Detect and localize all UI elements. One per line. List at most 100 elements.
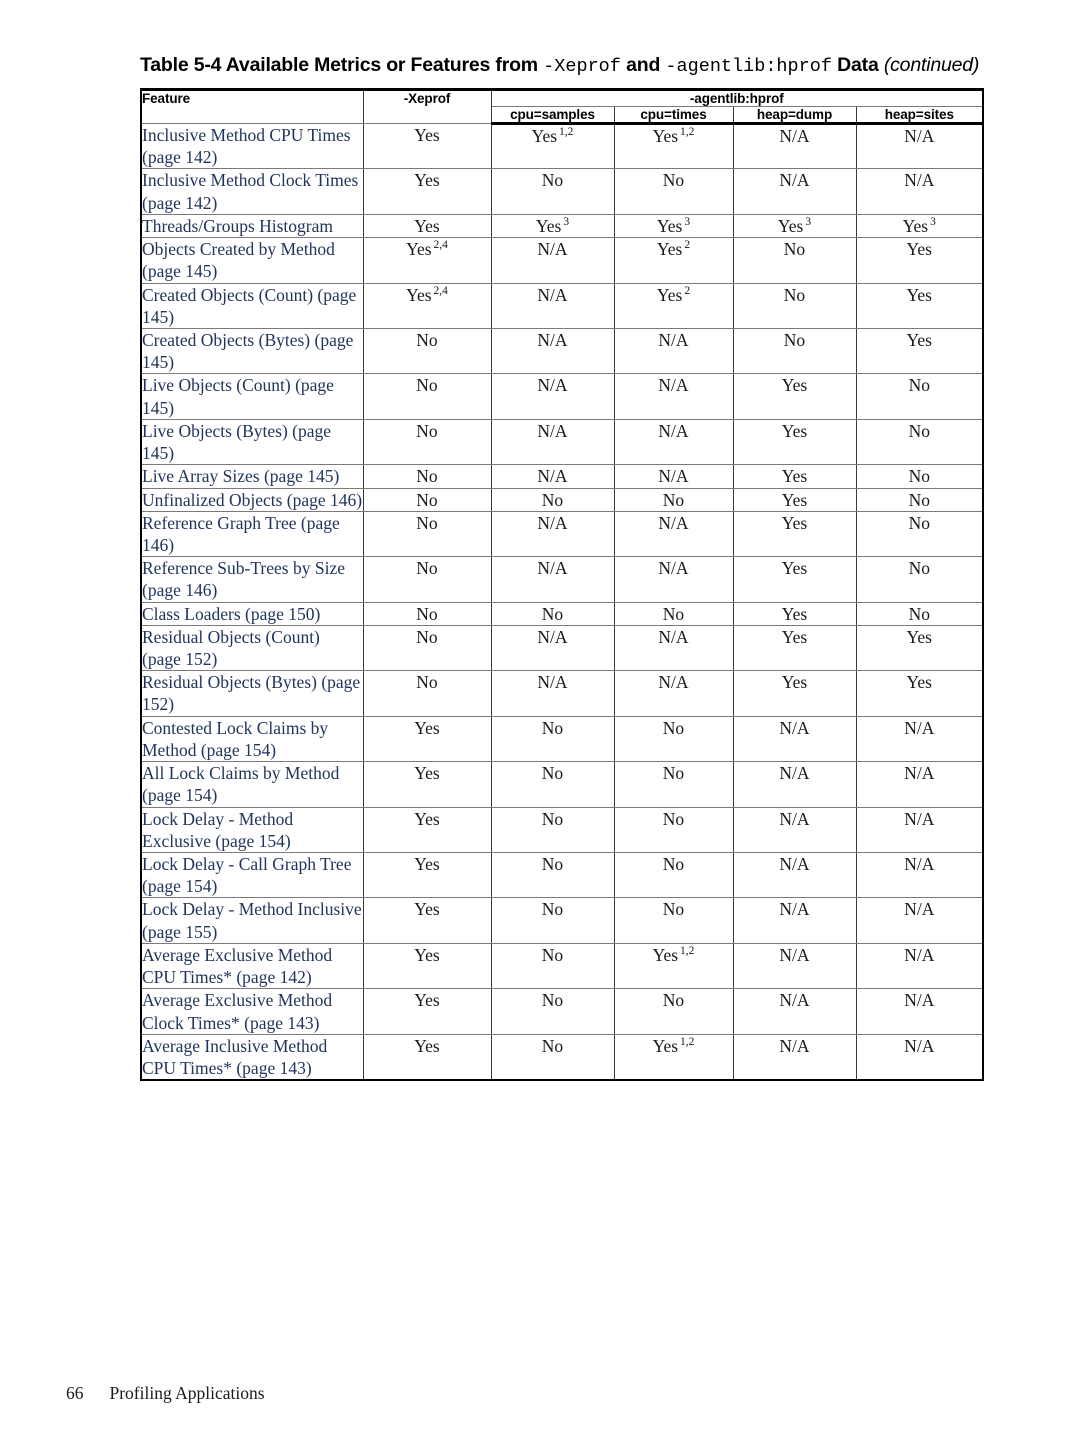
feature-name-cell: Contested Lock Claims by Method (page 15… (140, 715, 364, 763)
feature-name-cell: Created Objects (Count) (page 145) (140, 282, 364, 329)
support-value-text: Yes (414, 717, 440, 738)
support-value-cell: No (362, 487, 492, 512)
support-value-cell: Yes 3 (855, 213, 984, 239)
support-value-cell: N/A (613, 510, 734, 558)
table-row: Unfinalized Objects (page 146) No No No Yes N… (140, 487, 984, 512)
support-value-text: No (662, 808, 685, 829)
table-row: Average Inclusive Method CPU Times* (pag… (140, 1033, 984, 1081)
table-caption-continued: (continued) (883, 54, 980, 76)
support-value-cell: N/A (490, 282, 615, 329)
support-value-cell: N/A (855, 1033, 984, 1081)
table-row: Inclusive Method Clock Times (page 142) Y… (140, 168, 984, 215)
support-value-cell: N/A (490, 373, 615, 420)
support-value-text: N/A (904, 944, 935, 965)
support-value-text: Yes (414, 899, 440, 920)
support-value-text: Yes (781, 672, 808, 693)
footnote-marker: 3 (930, 216, 936, 229)
feature-name-cell: Inclusive Method Clock Times (page 142) (140, 168, 364, 215)
support-value-text: No (416, 626, 438, 647)
table-row: Live Objects (Count) (page 145) No N/A N/A Y… (140, 373, 984, 420)
support-value-cell: No (613, 761, 734, 808)
table-row: Average Exclusive Method CPU Times* (pag… (140, 942, 984, 990)
support-value-text: No (416, 489, 438, 510)
support-value-cell: Yes (362, 942, 492, 990)
support-value-text: Yes (414, 125, 440, 145)
support-value-text: Yes (414, 215, 440, 236)
support-value-text: No (416, 512, 438, 533)
support-value-cell: Yes (855, 670, 984, 717)
support-value-cell: No (362, 670, 492, 717)
footnote-marker: 2,4 (433, 239, 448, 252)
table-row: Lock Delay - Method Inclusive (page 155)… (140, 897, 984, 944)
column-header-heap-sites: heap=sites (855, 106, 984, 125)
support-value-text: N/A (658, 329, 689, 350)
document-page: Table 5-4 Available Metrics or Features … (0, 0, 1080, 1438)
support-value-cell: Yes (855, 282, 984, 329)
support-value-cell: No (362, 510, 492, 558)
support-value-cell: No (732, 237, 857, 284)
support-value-text: N/A (904, 1035, 935, 1056)
support-value-text: Yes (781, 375, 808, 396)
support-value-text: Yes (781, 420, 808, 441)
support-value-text: Yes (406, 284, 432, 305)
column-header-xeprof: -Xeprof (362, 89, 492, 124)
table-row: Lock Delay - Call Graph Tree (page 154) Y… (140, 851, 984, 899)
support-value-text: No (541, 1035, 564, 1056)
support-value-cell: N/A (855, 761, 984, 808)
support-value-text: N/A (658, 375, 689, 396)
footnote-marker: 2,4 (433, 284, 448, 297)
footer-chapter-title: Profiling Applications (109, 1383, 265, 1403)
support-value-text: N/A (658, 512, 689, 533)
feature-name-cell: All Lock Claims by Method (page 154) (140, 761, 364, 808)
support-value-cell: No (855, 487, 984, 512)
feature-name-cell: Live Objects (Bytes) (page 145) (140, 418, 364, 466)
feature-name-cell: Created Objects (Bytes) (page 145) (140, 327, 364, 375)
support-value-cell: N/A (855, 806, 984, 854)
support-value-text: No (416, 375, 438, 396)
support-value-text: No (662, 717, 685, 738)
support-value-text: Yes (406, 239, 432, 260)
support-value-text: Yes (535, 215, 562, 236)
support-value-text: Yes (906, 626, 932, 647)
support-value-text: No (908, 489, 930, 510)
support-value-cell: Yes (362, 897, 492, 944)
support-value-cell: Yes 3 (732, 213, 857, 239)
support-value-text: No (541, 808, 564, 829)
support-value-cell: N/A (732, 851, 857, 899)
support-value-cell: N/A (855, 851, 984, 899)
support-value-cell: N/A (613, 464, 734, 489)
support-value-cell: No (490, 942, 615, 990)
support-value-text: Yes (781, 466, 808, 487)
support-value-text: N/A (658, 466, 689, 487)
support-value-cell: No (613, 715, 734, 763)
table-header-row-primary: Feature -Xeprof -agentlib:hprof (140, 89, 984, 124)
footnote-marker: 2 (684, 284, 691, 297)
support-value-text: N/A (779, 944, 810, 965)
support-value-cell: N/A (490, 418, 615, 466)
support-value-cell: Yes (855, 237, 984, 284)
support-value-text: No (541, 763, 564, 784)
support-value-cell: N/A (732, 897, 857, 944)
feature-name-cell: Residual Objects (Bytes) (page 152) (140, 670, 364, 717)
table-row: Created Objects (Bytes) (page 145) No N/A N… (140, 327, 984, 375)
support-value-cell: No (490, 806, 615, 854)
support-value-cell: Yes (732, 670, 857, 717)
support-value-cell: Yes 2,4 (362, 282, 492, 329)
support-value-text: Yes (781, 512, 808, 533)
support-value-cell: N/A (490, 624, 615, 672)
support-value-text: No (783, 329, 806, 350)
support-value-cell: No (613, 897, 734, 944)
support-value-text: Yes (656, 215, 683, 236)
support-value-text: N/A (904, 126, 935, 146)
support-value-cell: No (490, 601, 615, 626)
support-value-cell: No (490, 851, 615, 899)
column-header-feature: Feature (140, 89, 364, 124)
support-value-text: Yes (652, 126, 679, 146)
metrics-table-container: Feature -Xeprof -agentlib:hprof cpu=samp… (140, 88, 985, 1082)
support-value-text: Yes (781, 603, 808, 624)
support-value-cell: No (362, 373, 492, 420)
support-value-cell: Yes (362, 988, 492, 1035)
feature-name-cell: Live Objects (Count) (page 145) (140, 373, 364, 420)
support-value-text: No (416, 672, 438, 693)
support-value-cell: Yes (362, 715, 492, 763)
